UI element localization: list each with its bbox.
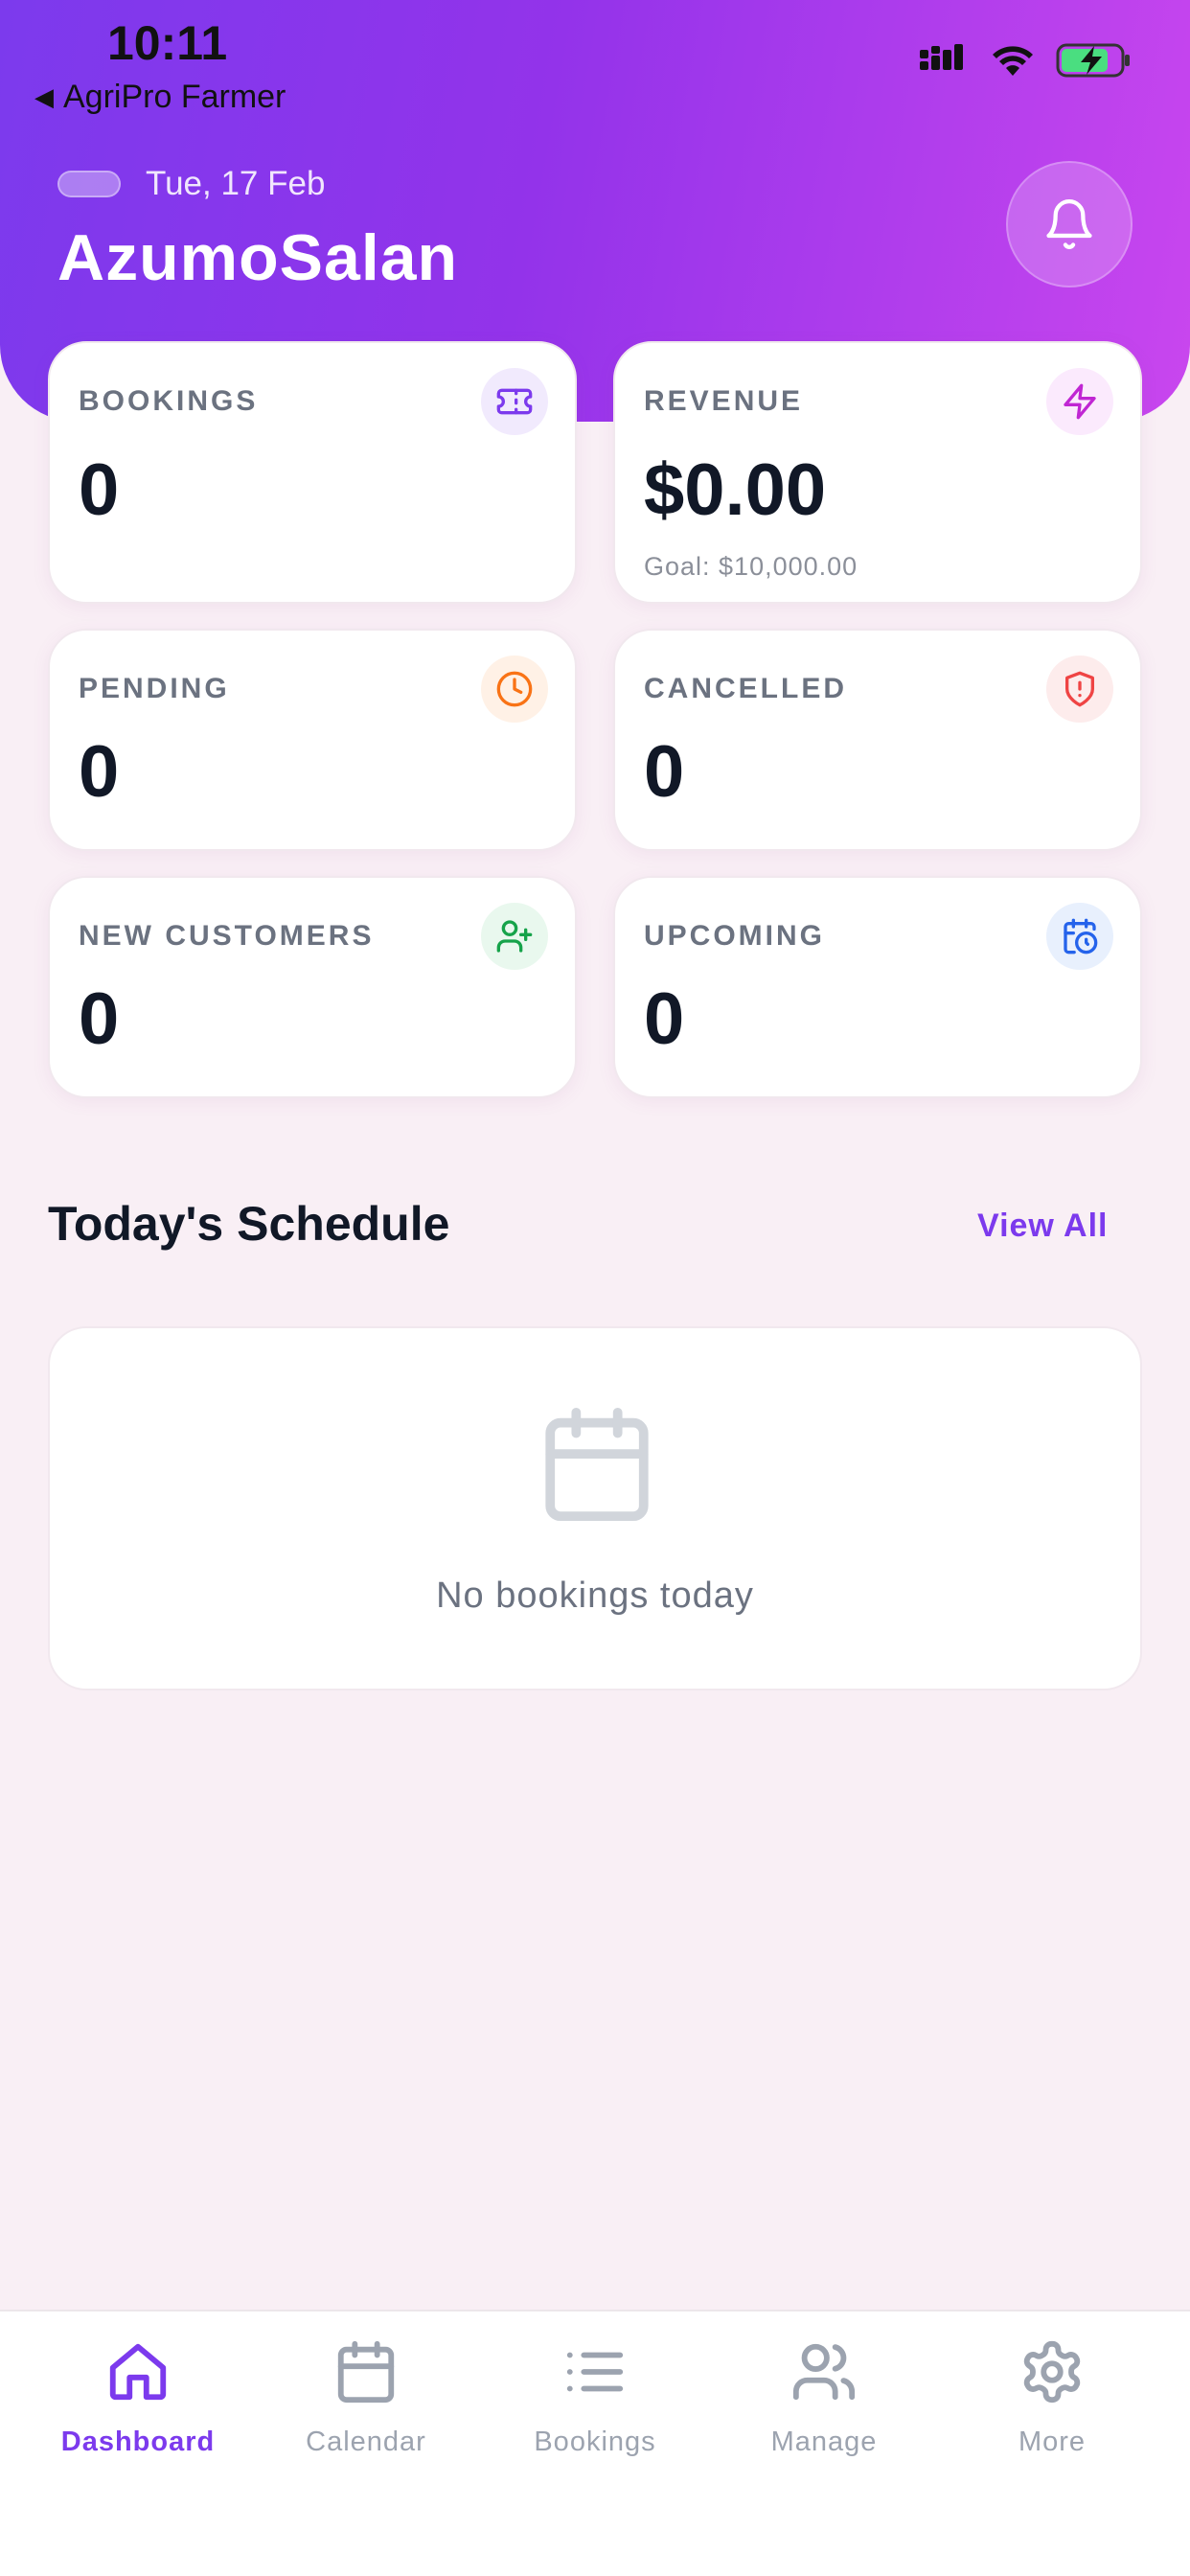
revenue-label: REVENUE xyxy=(644,385,804,417)
home-icon xyxy=(109,2343,167,2401)
new-customers-value: 0 xyxy=(79,978,120,1060)
tab-more-label: More xyxy=(1018,2426,1087,2457)
notifications-button[interactable] xyxy=(1006,161,1133,288)
signal-icon xyxy=(920,44,963,70)
tab-manage-label: Manage xyxy=(770,2426,878,2457)
view-all-link[interactable]: View All xyxy=(977,1208,1109,1245)
revenue-value: $0.00 xyxy=(644,449,827,531)
back-app-label: AgriPro Farmer xyxy=(63,79,286,115)
empty-calendar-icon xyxy=(545,1407,649,1522)
tab-calendar[interactable]: Calendar xyxy=(270,2338,462,2458)
pending-label: PENDING xyxy=(79,673,230,704)
date-row: Tue, 17 Feb xyxy=(57,165,325,203)
current-date: Tue, 17 Feb xyxy=(146,165,326,202)
tab-manage[interactable]: Manage xyxy=(728,2338,920,2458)
pending-value: 0 xyxy=(79,731,120,813)
cancelled-card[interactable]: CANCELLED 0 xyxy=(613,629,1142,851)
new-customers-card[interactable]: NEW CUSTOMERS 0 xyxy=(48,876,577,1098)
gear-icon xyxy=(1023,2340,1081,2404)
back-to-app-link[interactable]: ◀ AgriPro Farmer xyxy=(34,79,286,116)
revenue-card[interactable]: REVENUE $0.00 Goal: $10,000.00 xyxy=(613,341,1142,604)
cancelled-label: CANCELLED xyxy=(644,673,847,704)
calendar-clock-icon xyxy=(1046,903,1113,970)
empty-schedule-card: No bookings today xyxy=(48,1326,1142,1690)
status-time: 10:11 xyxy=(107,16,228,70)
revenue-goal: Goal: $10,000.00 xyxy=(644,552,858,581)
shield-alert-icon xyxy=(1046,656,1113,723)
back-triangle-icon: ◀ xyxy=(34,82,54,111)
user-plus-icon xyxy=(481,903,548,970)
upcoming-value: 0 xyxy=(644,978,685,1060)
calendar-icon xyxy=(337,2340,395,2404)
battery-charging-icon xyxy=(1056,43,1130,78)
clock-icon xyxy=(481,656,548,723)
new-customers-label: NEW CUSTOMERS xyxy=(79,920,375,952)
pending-card[interactable]: PENDING 0 xyxy=(48,629,577,851)
tab-more[interactable]: More xyxy=(956,2338,1148,2458)
status-icons xyxy=(920,42,1133,79)
tab-bookings-label: Bookings xyxy=(534,2426,656,2457)
schedule-title: Today's Schedule xyxy=(48,1197,450,1251)
empty-schedule-text: No bookings today xyxy=(436,1576,754,1616)
bookings-card[interactable]: BOOKINGS 0 xyxy=(48,341,577,604)
tab-calendar-label: Calendar xyxy=(306,2426,426,2457)
cancelled-value: 0 xyxy=(644,731,685,813)
upcoming-label: UPCOMING xyxy=(644,920,825,952)
bottom-tab-bar: Dashboard Calendar Bookings Manage More xyxy=(0,2310,1190,2576)
list-icon xyxy=(566,2352,624,2392)
status-pill xyxy=(57,171,121,197)
ticket-icon xyxy=(481,368,548,435)
wifi-icon xyxy=(993,46,1033,76)
bookings-value: 0 xyxy=(79,449,120,531)
users-icon xyxy=(792,2343,856,2401)
tab-dashboard[interactable]: Dashboard xyxy=(42,2338,234,2458)
bell-icon xyxy=(1046,199,1092,249)
tab-bookings[interactable]: Bookings xyxy=(499,2338,691,2458)
user-name: AzumoSalan xyxy=(57,221,459,294)
bookings-label: BOOKINGS xyxy=(79,385,259,417)
upcoming-card[interactable]: UPCOMING 0 xyxy=(613,876,1142,1098)
tab-dashboard-label: Dashboard xyxy=(60,2426,216,2457)
lightning-icon xyxy=(1046,368,1113,435)
